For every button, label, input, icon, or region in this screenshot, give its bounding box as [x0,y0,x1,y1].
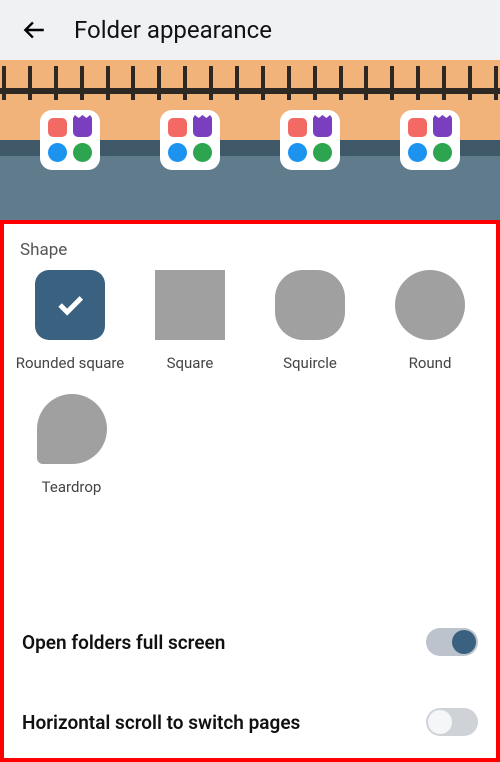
toggle-open-full-screen[interactable] [426,628,478,656]
folder-preview [160,110,220,170]
round-swatch [395,270,465,340]
toggle-horizontal-scroll[interactable] [426,708,478,736]
shape-grid: Rounded square Square Squircle Round [4,270,496,372]
content-panel: Shape Rounded square Square Squircle Rou… [0,220,500,762]
header: Folder appearance [0,0,500,60]
shape-label: Squircle [283,354,337,372]
preview-strip [0,60,500,220]
arrow-left-icon [21,17,47,43]
rounded-square-swatch [35,270,105,340]
setting-horizontal-scroll: Horizontal scroll to switch pages [4,686,496,758]
folder-preview [400,110,460,170]
shape-option-square[interactable]: Square [135,270,245,372]
teardrop-swatch [37,394,107,464]
check-icon [53,288,87,322]
back-button[interactable] [16,12,52,48]
shape-label: Teardrop [42,478,102,496]
square-swatch [155,270,225,340]
shape-label: Round [409,354,452,372]
shape-option-round[interactable]: Round [375,270,485,372]
shape-label: Square [167,354,214,372]
shape-label: Rounded square [16,354,125,372]
shape-section-label: Shape [4,224,496,270]
shape-option-rounded-square[interactable]: Rounded square [15,270,125,372]
folder-preview [40,110,100,170]
setting-label: Open folders full screen [22,631,225,654]
setting-open-full-screen: Open folders full screen [4,606,496,678]
shape-option-teardrop[interactable]: Teardrop [17,394,127,496]
page-title: Folder appearance [74,16,272,44]
shape-option-squircle[interactable]: Squircle [255,270,365,372]
setting-label: Horizontal scroll to switch pages [22,711,300,734]
squircle-swatch [275,270,345,340]
folder-preview [280,110,340,170]
